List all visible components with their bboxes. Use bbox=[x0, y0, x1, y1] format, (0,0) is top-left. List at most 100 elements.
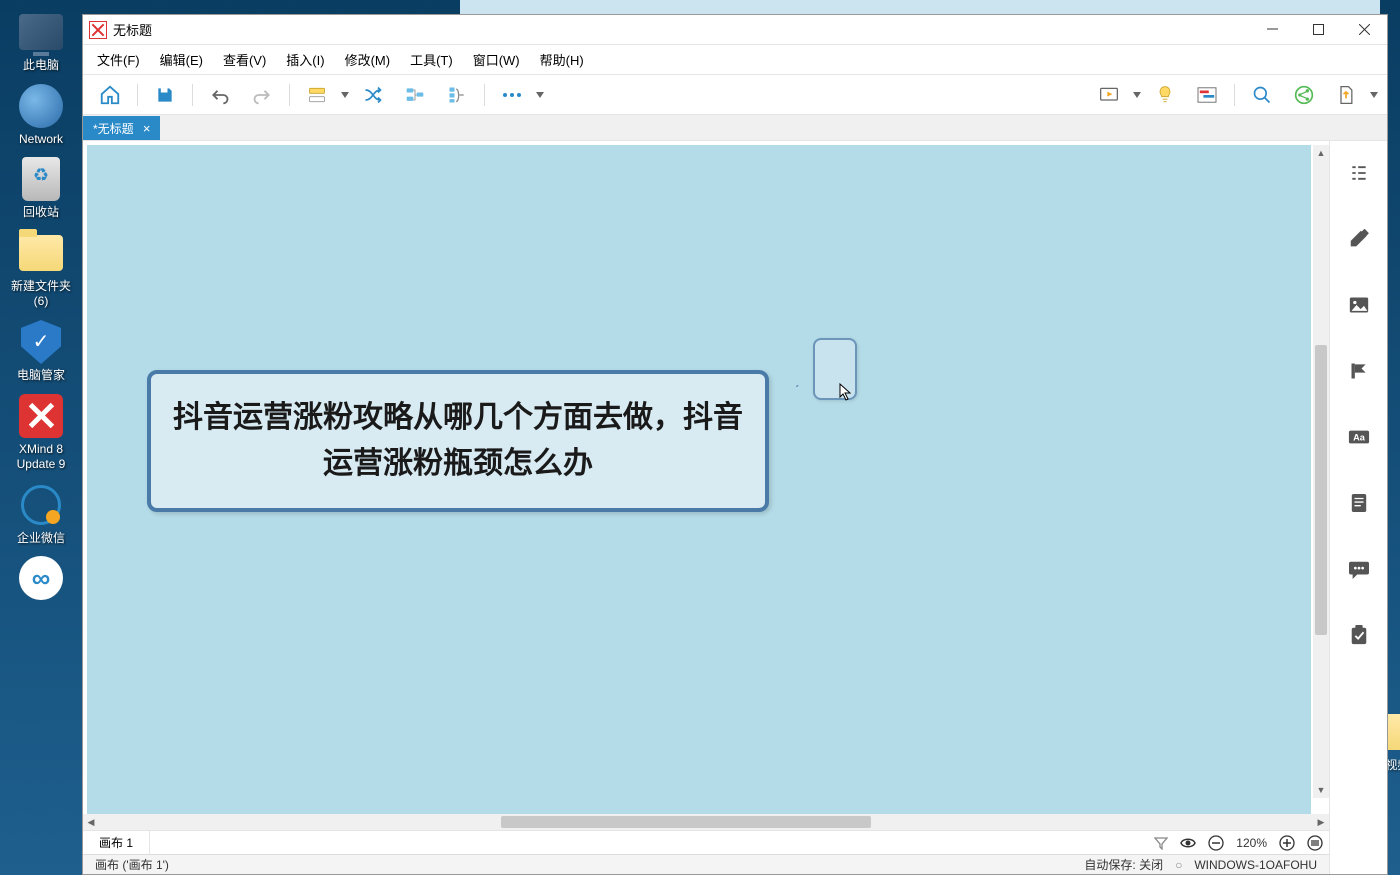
zoom-level[interactable]: 120% bbox=[1230, 831, 1273, 854]
task-button[interactable] bbox=[1345, 621, 1373, 649]
mindmap-canvas[interactable]: 抖音运营涨粉攻略从哪几个方面去做，抖音运营涨粉瓶颈怎么办 bbox=[87, 145, 1311, 814]
export-button[interactable] bbox=[1329, 79, 1363, 111]
minimize-button[interactable] bbox=[1249, 15, 1295, 45]
desktop-icon-this-pc[interactable]: 此电脑 bbox=[3, 8, 79, 74]
search-button[interactable] bbox=[1245, 79, 1279, 111]
desktop-icon-wecom[interactable]: 企业微信 bbox=[3, 481, 79, 547]
desktop-icon-xmind[interactable]: XMind 8 Update 9 bbox=[3, 392, 79, 473]
menu-help[interactable]: 帮助(H) bbox=[530, 46, 594, 73]
zoom-out-button[interactable] bbox=[1202, 831, 1230, 854]
marker-button[interactable] bbox=[1345, 357, 1373, 385]
cloud-icon bbox=[19, 556, 63, 600]
boundary-button[interactable] bbox=[398, 79, 432, 111]
format-button[interactable] bbox=[1345, 225, 1373, 253]
desktop-icon-label: 回收站 bbox=[3, 205, 79, 221]
desktop-icon-label: 企业微信 bbox=[3, 531, 79, 547]
document-tab[interactable]: *无标题 × bbox=[83, 116, 160, 140]
visibility-button[interactable] bbox=[1174, 831, 1202, 854]
sheet-tab[interactable]: 画布 1 bbox=[83, 831, 150, 854]
toolbar-separator bbox=[137, 84, 138, 106]
wecom-icon bbox=[21, 485, 61, 525]
summary-button[interactable] bbox=[440, 79, 474, 111]
desktop-icons: 此电脑 Network 回收站 新建文件夹 (6) ✓ 电脑管家 XMind 8… bbox=[0, 0, 82, 875]
horizontal-scrollbar[interactable]: ◀ ▶ bbox=[83, 814, 1329, 830]
desktop-icon-folder[interactable]: 新建文件夹 (6) bbox=[3, 229, 79, 310]
desktop-icon-label: Network bbox=[3, 132, 79, 148]
menu-edit[interactable]: 编辑(E) bbox=[150, 46, 213, 73]
xmind-app-icon bbox=[89, 21, 107, 39]
menu-window[interactable]: 窗口(W) bbox=[463, 46, 530, 73]
scroll-right-button[interactable]: ▶ bbox=[1313, 814, 1329, 830]
scroll-down-button[interactable]: ▼ bbox=[1313, 782, 1329, 798]
node-connector bbox=[769, 385, 817, 387]
window-title: 无标题 bbox=[113, 20, 1249, 39]
comments-button[interactable] bbox=[1345, 555, 1373, 583]
scroll-left-button[interactable]: ◀ bbox=[83, 814, 99, 830]
menu-view[interactable]: 查看(V) bbox=[213, 46, 276, 73]
desktop-icon-network[interactable]: Network bbox=[3, 82, 79, 148]
zoom-in-button[interactable] bbox=[1273, 831, 1301, 854]
share-button[interactable] bbox=[1287, 79, 1321, 111]
brainstorm-button[interactable] bbox=[1148, 79, 1182, 111]
close-button[interactable] bbox=[1341, 15, 1387, 45]
canvas-wrap: 抖音运营涨粉攻略从哪几个方面去做，抖音运营涨粉瓶颈怎么办 ▲ ▼ ◀ bbox=[83, 141, 1329, 874]
gantt-button[interactable] bbox=[1190, 79, 1224, 111]
desktop-icon-label: 新建文件夹 (6) bbox=[3, 279, 79, 310]
statusbar: 画布 ('画布 1') 自动保存: 关闭 ○ WINDOWS-1OAFOHU bbox=[83, 854, 1329, 874]
horizontal-scrollbar-thumb[interactable] bbox=[501, 816, 871, 828]
notes-button[interactable] bbox=[1345, 489, 1373, 517]
topic-button[interactable] bbox=[300, 79, 334, 111]
menu-modify[interactable]: 修改(M) bbox=[335, 46, 401, 73]
status-sheet-name: 画布 ('画布 1') bbox=[89, 856, 175, 873]
topic-dropdown[interactable] bbox=[338, 92, 352, 98]
close-tab-button[interactable]: × bbox=[140, 121, 154, 135]
toolbar bbox=[83, 75, 1387, 115]
more-dropdown[interactable] bbox=[533, 92, 547, 98]
central-topic-node[interactable]: 抖音运营涨粉攻略从哪几个方面去做，抖音运营涨粉瓶颈怎么办 bbox=[147, 370, 769, 512]
menu-insert[interactable]: 插入(I) bbox=[276, 46, 334, 73]
vertical-scrollbar[interactable]: ▲ ▼ bbox=[1313, 145, 1329, 798]
folder-icon bbox=[19, 235, 63, 271]
icon-button[interactable]: Aa bbox=[1345, 423, 1373, 451]
undo-button[interactable] bbox=[203, 79, 237, 111]
toolbar-separator bbox=[1234, 84, 1235, 106]
save-button[interactable] bbox=[148, 79, 182, 111]
desktop-icon-pc-manager[interactable]: ✓ 电脑管家 bbox=[3, 318, 79, 384]
shield-icon: ✓ bbox=[21, 320, 61, 364]
toolbar-separator bbox=[484, 84, 485, 106]
desktop-icon-label: 电脑管家 bbox=[3, 368, 79, 384]
more-button[interactable] bbox=[495, 79, 529, 111]
status-autosave: 自动保存: 关闭 bbox=[1078, 856, 1169, 873]
toolbar-separator bbox=[289, 84, 290, 106]
svg-text:Aa: Aa bbox=[1353, 433, 1366, 443]
fit-button[interactable] bbox=[1301, 831, 1329, 854]
network-icon bbox=[19, 84, 63, 128]
vertical-scrollbar-thumb[interactable] bbox=[1315, 345, 1327, 635]
central-topic-text: 抖音运营涨粉攻略从哪几个方面去做，抖音运营涨粉瓶颈怎么办 bbox=[171, 395, 745, 488]
presentation-button[interactable] bbox=[1092, 79, 1126, 111]
document-tabs: *无标题 × bbox=[83, 115, 1387, 141]
redo-button[interactable] bbox=[245, 79, 279, 111]
menu-tools[interactable]: 工具(T) bbox=[400, 46, 463, 73]
main-area: 抖音运营涨粉攻略从哪几个方面去做，抖音运营涨粉瓶颈怎么办 ▲ ▼ ◀ bbox=[83, 141, 1387, 874]
export-dropdown[interactable] bbox=[1367, 92, 1381, 98]
menubar: 文件(F) 编辑(E) 查看(V) 插入(I) 修改(M) 工具(T) 窗口(W… bbox=[83, 45, 1387, 75]
right-panel: Aa bbox=[1329, 141, 1387, 874]
menu-file[interactable]: 文件(F) bbox=[87, 46, 150, 73]
desktop-icon-recycle-bin[interactable]: 回收站 bbox=[3, 155, 79, 221]
xmind-icon bbox=[19, 394, 63, 438]
status-indicator-icon: ○ bbox=[1169, 858, 1188, 872]
titlebar[interactable]: 无标题 bbox=[83, 15, 1387, 45]
image-button[interactable] bbox=[1345, 291, 1373, 319]
desktop-icon-label: 此电脑 bbox=[3, 58, 79, 74]
maximize-button[interactable] bbox=[1295, 15, 1341, 45]
relationship-button[interactable] bbox=[356, 79, 390, 111]
mouse-cursor-icon bbox=[839, 383, 853, 401]
filter-button[interactable] bbox=[1148, 831, 1174, 854]
outline-button[interactable] bbox=[1345, 159, 1373, 187]
scroll-up-button[interactable]: ▲ bbox=[1313, 145, 1329, 161]
home-button[interactable] bbox=[93, 79, 127, 111]
presentation-dropdown[interactable] bbox=[1130, 92, 1144, 98]
canvas-scroll: 抖音运营涨粉攻略从哪几个方面去做，抖音运营涨粉瓶颈怎么办 ▲ ▼ bbox=[83, 141, 1329, 814]
desktop-icon-baidu-cloud[interactable] bbox=[3, 554, 79, 602]
